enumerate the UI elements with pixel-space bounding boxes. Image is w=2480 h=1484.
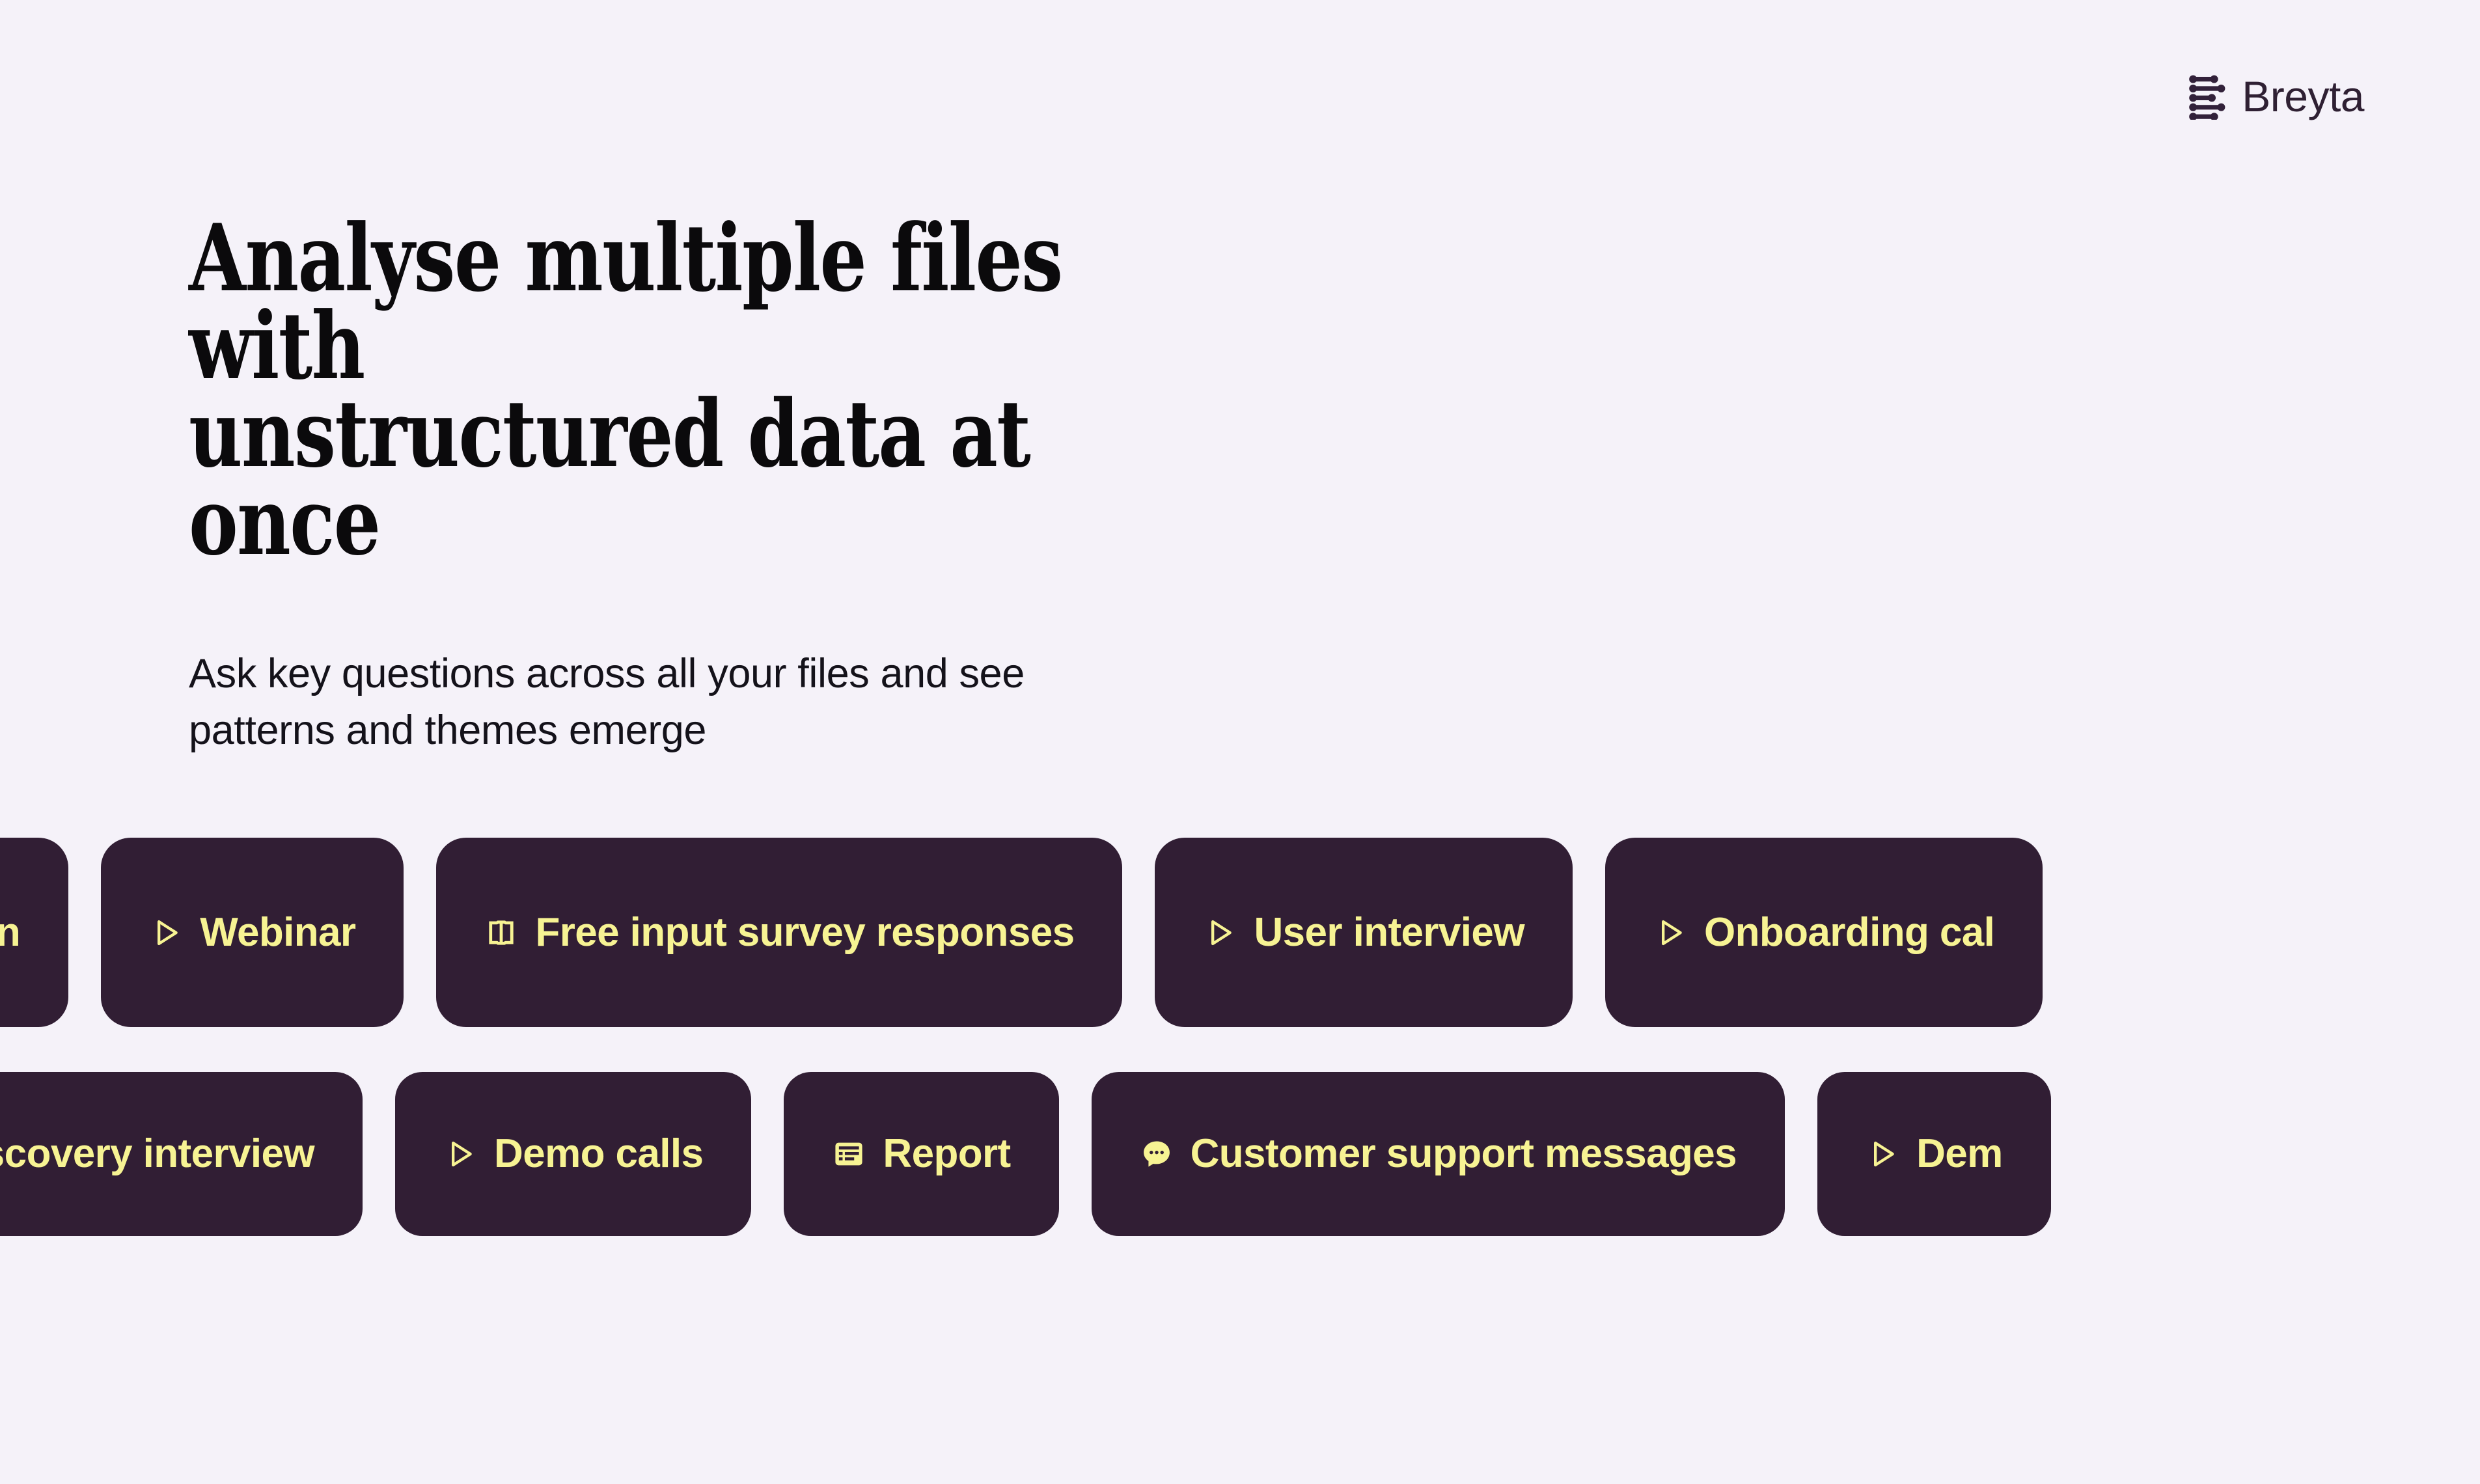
pill-customer-support-messages[interactable]: Customer support messages [1091, 1072, 1785, 1236]
play-icon [149, 916, 183, 950]
pill-demo-calls[interactable]: Demo calls [395, 1072, 752, 1236]
brand-logo[interactable]: Breyta [2188, 72, 2364, 121]
pill-label: Discovery interview [0, 1131, 315, 1176]
pill-label: Dem [1916, 1131, 2003, 1176]
pill-report[interactable]: Report [784, 1072, 1059, 1236]
pill-label: Webinar [200, 909, 356, 955]
pill-discovery-interview[interactable]: Discovery interview [0, 1072, 363, 1236]
pill-marquee: k session Webinar Free input survey resp… [0, 838, 2480, 1236]
pill-label: User interview [1254, 909, 1524, 955]
play-icon [1653, 916, 1687, 950]
chat-bubble-icon [1140, 1137, 1174, 1171]
report-table-icon [832, 1137, 866, 1171]
pill-label: Free input survey responses [535, 909, 1075, 955]
brand-name: Breyta [2242, 72, 2364, 120]
pill-label: k session [0, 909, 21, 955]
pill-user-interview[interactable]: User interview [1155, 838, 1573, 1027]
play-icon [1203, 916, 1237, 950]
pill-row-bottom: Discovery interview Demo calls Report Cu… [0, 1072, 2480, 1236]
page-subtitle: Ask key questions across all your files … [189, 650, 1025, 753]
play-icon [1866, 1137, 1899, 1171]
pill-demo-calls-repeat[interactable]: Dem [1817, 1072, 2051, 1236]
breyta-bars-logo-icon [2188, 73, 2227, 121]
pill-webinar[interactable]: Webinar [101, 838, 404, 1027]
pill-label: Customer support messages [1190, 1131, 1737, 1176]
play-icon [443, 1137, 477, 1171]
pill-feedback-session[interactable]: k session [0, 838, 69, 1027]
pill-free-input-survey-responses[interactable]: Free input survey responses [436, 838, 1123, 1027]
pill-row-top: k session Webinar Free input survey resp… [0, 838, 2480, 1027]
pill-label: Onboarding cal [1703, 909, 1995, 955]
pill-label: Report [883, 1131, 1011, 1176]
pill-label: Demo calls [494, 1131, 704, 1176]
pill-onboarding-call[interactable]: Onboarding cal [1605, 838, 2043, 1027]
hero-section: Analyse multiple files with unstructured… [189, 204, 1426, 758]
text-input-cursor-icon [484, 916, 518, 950]
page-title: Analyse multiple files with unstructured… [189, 204, 1063, 576]
